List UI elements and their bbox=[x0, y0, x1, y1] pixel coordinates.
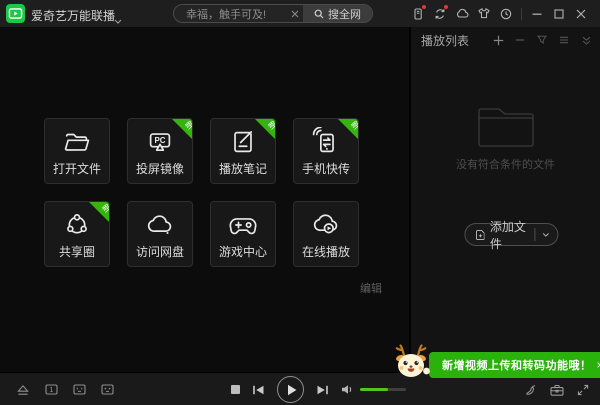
titlebar: 爱奇艺万能联播 幸福，触手可及! 搜全网 bbox=[0, 0, 600, 27]
tile-label: 在线播放 bbox=[302, 243, 350, 260]
history-icon[interactable] bbox=[495, 0, 517, 27]
tile-game-center[interactable]: 游戏中心 bbox=[210, 201, 276, 267]
phone-remote-icon[interactable] bbox=[407, 0, 429, 27]
playlist-title: 播放列表 bbox=[421, 32, 469, 49]
playlist-empty-state: 没有符合条件的文件 bbox=[411, 105, 600, 172]
cloud-disk-icon bbox=[145, 210, 175, 240]
tile-folder-open[interactable]: 打开文件 bbox=[44, 118, 110, 184]
divider bbox=[535, 228, 536, 241]
play-order-icon[interactable]: 1 bbox=[45, 384, 58, 395]
collapse-icon[interactable] bbox=[580, 34, 592, 46]
new-badge: 新 bbox=[254, 118, 276, 140]
title-chevron-down-icon[interactable] bbox=[114, 11, 122, 29]
tile-note[interactable]: 播放笔记 新 bbox=[210, 118, 276, 184]
empty-text: 没有符合条件的文件 bbox=[456, 156, 555, 172]
volume-slider[interactable] bbox=[360, 388, 406, 391]
sync-share-icon[interactable] bbox=[429, 0, 451, 27]
cloud-play-icon bbox=[311, 210, 341, 240]
titlebar-icons bbox=[407, 0, 600, 27]
search-button[interactable]: 搜全网 bbox=[303, 5, 372, 22]
stop-button[interactable] bbox=[231, 385, 240, 394]
launcher-grid: 打开文件PC投屏镜像新播放笔记新手机快传新共享圈新访问网盘游戏中心在线播放 bbox=[44, 118, 359, 267]
previous-button[interactable] bbox=[252, 385, 265, 395]
tile-phone-transfer[interactable]: 手机快传 新 bbox=[293, 118, 359, 184]
subtitle-icon[interactable] bbox=[73, 384, 86, 395]
app-logo-icon bbox=[6, 4, 25, 23]
close-button[interactable] bbox=[570, 0, 592, 27]
empty-folder-icon bbox=[478, 105, 534, 147]
tile-label: 手机快传 bbox=[302, 160, 350, 177]
tile-label: 播放笔记 bbox=[219, 160, 267, 177]
list-view-icon[interactable] bbox=[558, 34, 570, 46]
toast-close-icon[interactable]: × bbox=[597, 359, 600, 371]
new-badge: 新 bbox=[88, 201, 110, 223]
volume-icon[interactable] bbox=[341, 384, 353, 395]
app-window: 爱奇艺万能联播 幸福，触手可及! 搜全网 bbox=[0, 0, 600, 405]
tile-label: 打开文件 bbox=[53, 160, 101, 177]
add-options-chevron-icon[interactable] bbox=[543, 232, 550, 238]
svg-text:1: 1 bbox=[50, 387, 54, 394]
notification-dot bbox=[444, 5, 448, 9]
tile-label: 访问网盘 bbox=[136, 243, 184, 260]
tile-label: 投屏镜像 bbox=[136, 160, 184, 177]
notification-toast: 新增视频上传和转码功能哦！ × bbox=[429, 352, 600, 378]
filter-icon[interactable] bbox=[536, 34, 548, 46]
tile-cloud-disk[interactable]: 访问网盘 bbox=[127, 201, 193, 267]
pepper-icon[interactable] bbox=[524, 383, 537, 396]
tile-label: 游戏中心 bbox=[219, 243, 267, 260]
playlist-header: 播放列表 bbox=[411, 27, 600, 53]
add-icon[interactable] bbox=[492, 34, 504, 46]
danmaku-icon[interactable] bbox=[101, 384, 114, 395]
toast-text: 新增视频上传和转码功能哦！ bbox=[442, 357, 592, 373]
divider bbox=[521, 8, 522, 20]
toolbox-icon[interactable] bbox=[550, 384, 564, 396]
notification-dot bbox=[422, 5, 426, 9]
search-input[interactable]: 幸福，触手可及! bbox=[174, 6, 287, 22]
file-plus-icon bbox=[475, 228, 485, 242]
edit-grid-button[interactable]: 编辑 bbox=[360, 280, 382, 296]
app-title: 爱奇艺万能联播 bbox=[31, 7, 115, 24]
maximize-button[interactable] bbox=[548, 0, 570, 27]
deer-mascot[interactable] bbox=[390, 342, 432, 382]
tile-share-circle[interactable]: 共享圈 新 bbox=[44, 201, 110, 267]
tile-pc-mirror[interactable]: PC投屏镜像新 bbox=[127, 118, 193, 184]
minimize-button[interactable] bbox=[526, 0, 548, 27]
eject-open-icon[interactable] bbox=[16, 384, 30, 396]
new-badge: 新 bbox=[337, 118, 359, 140]
next-button[interactable] bbox=[316, 385, 329, 395]
search-icon bbox=[314, 9, 324, 19]
playlist-panel: 播放列表 没有符合条件的文件 bbox=[409, 27, 600, 372]
fullscreen-icon[interactable] bbox=[577, 384, 589, 396]
play-button[interactable] bbox=[277, 376, 304, 403]
remove-icon[interactable] bbox=[514, 34, 526, 46]
folder-open-icon bbox=[62, 127, 92, 157]
game-center-icon bbox=[228, 210, 258, 240]
tile-cloud-play[interactable]: 在线播放 bbox=[293, 201, 359, 267]
volume-level bbox=[360, 388, 388, 391]
skin-icon[interactable] bbox=[473, 0, 495, 27]
search-bar[interactable]: 幸福，触手可及! 搜全网 bbox=[173, 4, 373, 23]
cloud-icon[interactable] bbox=[451, 0, 473, 27]
new-badge: 新 bbox=[171, 118, 193, 140]
tile-label: 共享圈 bbox=[59, 243, 95, 260]
search-clear-icon[interactable] bbox=[287, 10, 303, 18]
add-file-button[interactable]: 添加文件 bbox=[464, 223, 559, 246]
